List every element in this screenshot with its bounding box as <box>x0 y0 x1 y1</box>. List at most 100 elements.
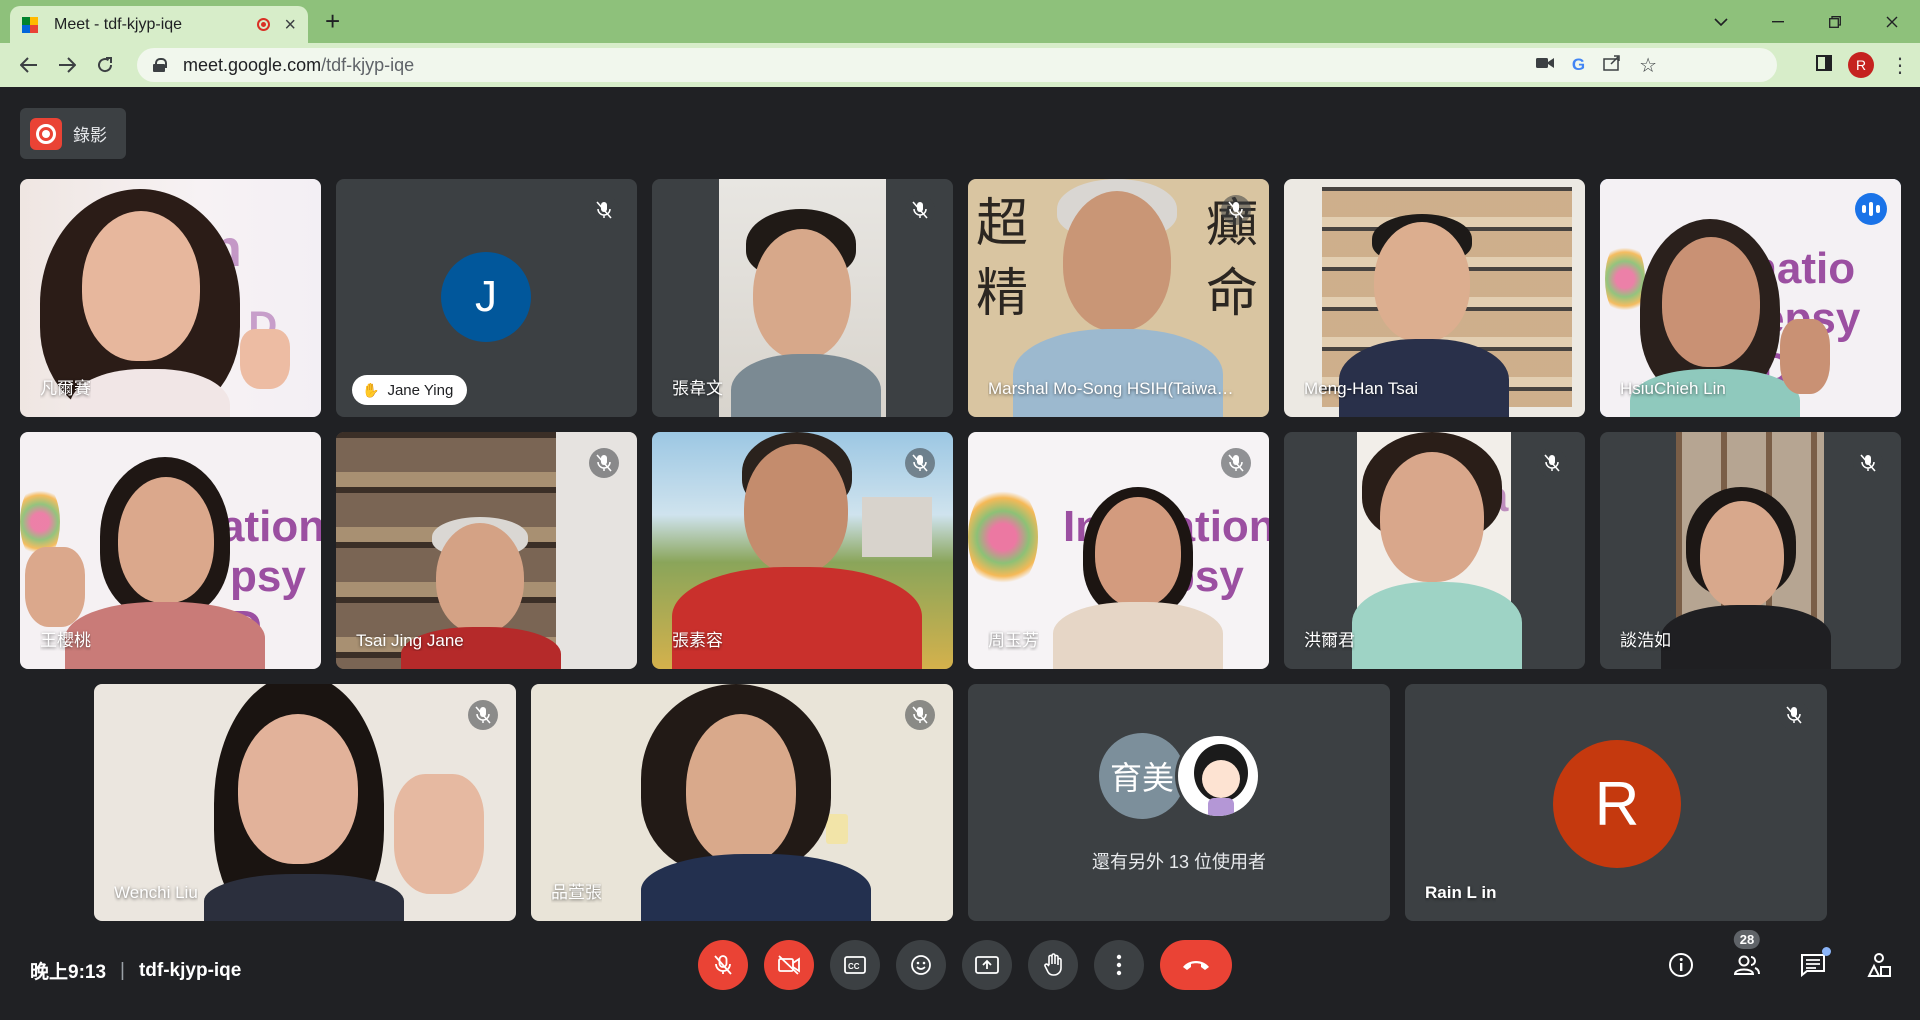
close-tab-icon[interactable]: × <box>284 15 296 35</box>
closed-caption-icon: CC <box>844 956 866 974</box>
participant-name: Marshal Mo-Song HSIH(Taiwa… <box>988 379 1234 398</box>
meeting-details-button[interactable] <box>1666 950 1696 980</box>
meeting-time: 晚上9:13 <box>30 962 107 983</box>
address-bar: meet.google.com/tdf-kjyp-iqe G ☆ R ⋮ <box>0 43 1920 87</box>
close-window-icon[interactable] <box>1863 0 1920 43</box>
raised-hand-badge: ✋ Jane Ying <box>352 375 468 405</box>
participant-name: 周玉芳 <box>988 631 1039 650</box>
recording-icon <box>30 117 62 150</box>
leave-call-button[interactable] <box>1160 940 1232 990</box>
separator: | <box>120 959 125 981</box>
meeting-info: 晚上9:13 | tdf-kjyp-iqe <box>30 957 241 984</box>
participant-video <box>719 179 886 417</box>
chat-button[interactable] <box>1798 947 1831 980</box>
bookmark-star-icon[interactable]: ☆ <box>1639 53 1657 78</box>
activities-button[interactable] <box>1864 950 1894 980</box>
participant-name: 張韋文 <box>672 379 723 398</box>
participant-name: 王櫻桃 <box>40 631 91 650</box>
participant-tile[interactable]: Meng-Han Tsai <box>1284 179 1585 417</box>
browser-tab[interactable]: Meet - tdf-kjyp-iqe × <box>10 6 308 43</box>
participant-tile[interactable]: ation psy D 王櫻桃 <box>20 432 321 669</box>
camera-permission-icon[interactable] <box>1535 56 1554 74</box>
speaking-indicator-icon <box>1855 193 1887 225</box>
lock-icon[interactable] <box>153 58 167 72</box>
participant-tile[interactable]: Inernation psy D 周玉芳 <box>968 432 1269 669</box>
url-host: meet.google.com <box>183 54 322 75</box>
participant-name: Rain L in <box>1425 883 1497 902</box>
info-icon <box>1669 953 1693 977</box>
meeting-code[interactable]: tdf-kjyp-iqe <box>139 960 241 982</box>
reload-icon[interactable] <box>86 47 124 83</box>
mic-off-icon <box>1221 195 1251 225</box>
participant-tile[interactable]: 品萱張 <box>531 684 953 921</box>
participant-tile[interactable]: 張素容 <box>652 432 953 669</box>
side-panel-icon[interactable] <box>1816 54 1832 76</box>
mic-off-icon <box>1779 700 1809 730</box>
participant-tile[interactable]: na 洪爾君 <box>1284 432 1585 669</box>
participant-tile[interactable]: natio epsy D HsiuChieh Lin <box>1600 179 1901 417</box>
share-icon[interactable] <box>1603 54 1621 76</box>
forward-icon[interactable] <box>48 47 86 83</box>
participant-tile[interactable]: Tsai Jing Jane <box>336 432 637 669</box>
browser-tab-strip: Meet - tdf-kjyp-iqe × + <box>0 0 1920 43</box>
participant-tile[interactable]: n y D 凡爾賽 <box>20 179 321 417</box>
new-message-dot <box>1822 947 1831 956</box>
meeting-controls-bar: 晚上9:13 | tdf-kjyp-iqe CC 28 <box>0 930 1920 1020</box>
url-path: /tdf-kjyp-iqe <box>321 54 415 75</box>
participant-name: Wenchi Liu <box>114 883 198 902</box>
more-options-button[interactable] <box>1094 940 1144 990</box>
recording-indicator[interactable]: 錄影 <box>20 108 126 159</box>
participant-name: 凡爾賽 <box>40 379 91 398</box>
mic-off-icon <box>905 700 935 730</box>
tab-search-icon[interactable] <box>1692 0 1749 43</box>
google-translate-icon[interactable]: G <box>1572 55 1585 75</box>
activities-icon <box>1867 953 1891 977</box>
participant-tile[interactable]: R Rain L in <box>1405 684 1827 921</box>
new-tab-icon[interactable]: + <box>325 8 340 34</box>
participant-tile[interactable]: 張韋文 <box>652 179 953 417</box>
present-screen-icon <box>975 956 999 974</box>
participant-name: Tsai Jing Jane <box>356 631 464 650</box>
participant-video: na <box>1352 432 1522 669</box>
others-tile[interactable]: 育美 還有另外 13 位使用者 <box>968 684 1390 921</box>
mic-toggle-button[interactable] <box>698 940 748 990</box>
url-field[interactable]: meet.google.com/tdf-kjyp-iqe G ☆ <box>137 48 1777 82</box>
raise-hand-icon: ✋ <box>362 381 380 398</box>
others-count-label: 還有另外 13 位使用者 <box>1091 852 1267 872</box>
others-avatar: 育美 <box>1099 733 1185 819</box>
mic-off-icon <box>1853 448 1883 478</box>
cartoon-avatar <box>1175 733 1261 819</box>
chrome-menu-icon[interactable]: ⋮ <box>1890 53 1910 78</box>
call-end-icon <box>1183 961 1209 970</box>
profile-avatar[interactable]: R <box>1848 52 1874 78</box>
mic-off-icon <box>468 700 498 730</box>
emoji-icon <box>911 955 931 975</box>
mic-off-icon <box>905 195 935 225</box>
participant-tile[interactable]: 談浩如 <box>1600 432 1901 669</box>
minimize-icon[interactable] <box>1749 0 1806 43</box>
chat-icon <box>1801 954 1825 977</box>
restore-icon[interactable] <box>1806 0 1863 43</box>
videocam-off-icon <box>778 955 800 975</box>
back-icon[interactable] <box>10 47 48 83</box>
calligraphy-text: 精 <box>976 264 1029 324</box>
participant-name: Jane Ying <box>387 381 454 399</box>
calligraphy-text: 命 <box>1206 264 1259 324</box>
present-screen-button[interactable] <box>962 940 1012 990</box>
camera-toggle-button[interactable] <box>764 940 814 990</box>
mic-off-icon <box>1221 448 1251 478</box>
participant-video <box>1661 432 1831 669</box>
captions-button[interactable]: CC <box>830 940 880 990</box>
participant-tile[interactable]: Wenchi Liu <box>94 684 516 921</box>
raise-hand-icon <box>1044 953 1062 976</box>
participant-name: Meng-Han Tsai <box>1304 379 1419 398</box>
people-button[interactable]: 28 <box>1732 930 1762 980</box>
participant-tile[interactable]: J ✋ Jane Ying <box>336 179 637 417</box>
raise-hand-button[interactable] <box>1028 940 1078 990</box>
participant-name: 張素容 <box>672 631 723 650</box>
emoji-reaction-button[interactable] <box>896 940 946 990</box>
mic-off-icon <box>905 448 935 478</box>
more-vert-icon <box>1116 954 1122 976</box>
participant-tile[interactable]: 超 癲 精 命 Marshal Mo-Song HSIH(Taiwa… <box>968 179 1269 417</box>
tab-title: Meet - tdf-kjyp-iqe <box>54 15 183 33</box>
